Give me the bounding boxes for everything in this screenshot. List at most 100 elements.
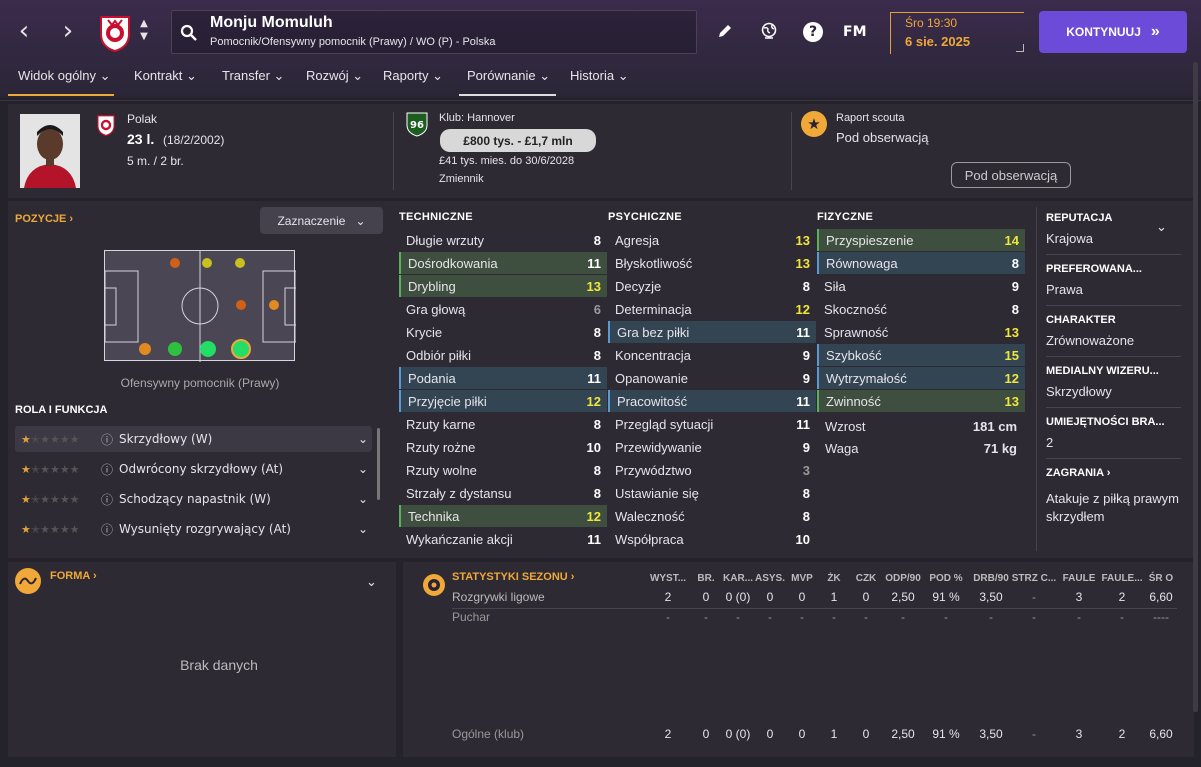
attribute-row[interactable]: Wykańczanie akcji 11 <box>399 528 607 550</box>
attribute-row[interactable]: Błyskotliwość 13 <box>608 252 816 274</box>
tab-contract[interactable]: Kontrakt ⌄ <box>134 68 197 96</box>
attribute-value: 9 <box>802 370 810 386</box>
attribute-row[interactable]: Siła 9 <box>817 275 1025 297</box>
attribute-row[interactable]: Gra głową 6 <box>399 298 607 320</box>
form-icon <box>15 568 41 594</box>
attribute-row[interactable]: Długie wrzuty 8 <box>399 229 607 251</box>
attribute-row[interactable]: Rzuty karne 8 <box>399 413 607 435</box>
player-photo[interactable] <box>20 114 80 188</box>
attribute-row[interactable]: Zwinność 13 <box>817 390 1025 412</box>
position-dot <box>235 258 245 268</box>
attribute-row[interactable]: Opanowanie 9 <box>608 367 816 389</box>
selected-position-dot[interactable] <box>231 339 251 359</box>
fm-menu-button[interactable]: FM <box>843 22 867 42</box>
attribute-row[interactable]: Odbiór piłki 8 <box>399 344 607 366</box>
tab-overview[interactable]: Widok ogólny ⌄ <box>8 68 114 96</box>
attribute-name: Strzały z dystansu <box>406 485 512 501</box>
tab-reports[interactable]: Raporty ⌄ <box>383 68 443 96</box>
role-label: Schodzący napastnik (W) <box>119 492 271 506</box>
attribute-name: Przewidywanie <box>615 439 702 455</box>
position-dot <box>202 258 212 268</box>
season-stats-title[interactable]: STATYSTYKI SEZONU › <box>452 571 574 583</box>
attribute-row[interactable]: Agresja 13 <box>608 229 816 251</box>
role-rating-stars: ★✭★★★★ <box>21 432 80 446</box>
chevron-down-icon[interactable]: ⌄ <box>358 462 368 476</box>
attribute-row[interactable]: Wytrzymałość 12 <box>817 367 1025 389</box>
world-icon[interactable] <box>759 21 779 41</box>
attribute-row[interactable]: Równowaga 8 <box>817 252 1025 274</box>
tab-history[interactable]: Historia ⌄ <box>570 68 629 96</box>
attribute-row[interactable]: Szybkość 15 <box>817 344 1025 366</box>
role-row[interactable]: ★✭★★★★ ⓘ Schodzący napastnik (W) ⌄ <box>15 486 372 512</box>
chevron-down-icon[interactable]: ⌄ <box>358 492 368 506</box>
attribute-row[interactable]: Rzuty rożne 10 <box>399 436 607 458</box>
national-crest-icon[interactable] <box>98 14 132 52</box>
attribute-row[interactable]: Przywództwo 3 <box>608 459 816 481</box>
stats-column-header[interactable]: ODP/90 <box>879 573 927 584</box>
attribute-row[interactable]: Rzuty wolne 8 <box>399 459 607 481</box>
stats-column-header[interactable]: ŚR O <box>1137 573 1185 584</box>
stats-cell: 3 <box>1075 727 1083 741</box>
attribute-name: Zwinność <box>826 393 881 409</box>
attribute-row[interactable]: Skoczność 8 <box>817 298 1025 320</box>
role-row[interactable]: ★✭★★★★ ⓘ Odwrócony skrzydłowy (At) ⌄ <box>15 456 372 482</box>
page-scrollbar[interactable] <box>1193 62 1198 712</box>
attribute-value: 11 <box>587 531 601 547</box>
role-row[interactable]: ★✭★★★★ ⓘ Skrzydłowy (W) ⌄ <box>15 426 372 452</box>
tab-comparison[interactable]: Porównanie ⌄ <box>459 68 556 96</box>
attribute-row[interactable]: Strzały z dystansu 8 <box>399 482 607 504</box>
attribute-row[interactable]: Koncentracja 9 <box>608 344 816 366</box>
current-date: 6 sie. 2025 <box>905 34 971 49</box>
attribute-name: Błyskotliwość <box>615 255 693 271</box>
club-crest-icon[interactable]: 96 <box>405 111 429 137</box>
player-switch-icon[interactable]: ▲ ▼ <box>137 17 151 47</box>
attribute-row[interactable]: Gra bez piłki 11 <box>608 321 816 343</box>
stats-cell: 2,50 <box>891 590 915 604</box>
tab-development[interactable]: Rozwój ⌄ <box>306 68 363 96</box>
attribute-name: Odbiór piłki <box>406 347 472 363</box>
side-separator <box>1046 458 1181 459</box>
chevron-down-icon[interactable]: ⌄ <box>358 522 368 536</box>
attribute-row[interactable]: Waleczność 8 <box>608 505 816 527</box>
positions-title[interactable]: POZYCJE › <box>15 213 73 225</box>
chevron-down-icon[interactable]: ⌄ <box>358 432 368 446</box>
chevron-down-icon[interactable]: ⌄ <box>1156 220 1167 235</box>
pencil-icon[interactable] <box>717 23 733 39</box>
attribute-row[interactable]: Podania 11 <box>399 367 607 389</box>
back-icon[interactable]: ‹ <box>10 16 38 46</box>
selection-dropdown[interactable]: Zaznaczenie ⌄ <box>260 207 383 234</box>
attribute-row[interactable]: Przyjęcie piłki 12 <box>399 390 607 412</box>
position-pitch[interactable] <box>104 250 296 362</box>
tab-transfer[interactable]: Transfer ⌄ <box>222 68 284 96</box>
stats-column-header[interactable]: STRZ C... <box>1010 573 1058 584</box>
preferred-foot-heading: PREFEROWANA... <box>1046 263 1142 275</box>
stats-column-header[interactable]: POD % <box>922 573 970 584</box>
attribute-row[interactable]: Przegląd sytuacji 11 <box>608 413 816 435</box>
watch-button[interactable]: Pod obserwacją <box>951 162 1071 188</box>
attribute-row[interactable]: Pracowitość 11 <box>608 390 816 412</box>
roles-scrollbar[interactable] <box>377 428 380 500</box>
attribute-row[interactable]: Krycie 8 <box>399 321 607 343</box>
stats-column-header[interactable]: FAULE <box>1055 573 1103 584</box>
forward-icon[interactable]: › <box>54 16 82 46</box>
help-icon[interactable]: ? <box>803 22 823 42</box>
attribute-row[interactable]: Sprawność 13 <box>817 321 1025 343</box>
attribute-row[interactable]: Przewidywanie 9 <box>608 436 816 458</box>
continue-button[interactable]: KONTYNUUJ » <box>1039 11 1187 53</box>
role-row[interactable]: ★✭★★★★ ⓘ Wysunięty rozgrywający (At) ⌄ <box>15 516 372 542</box>
chevron-down-icon[interactable]: ⌄ <box>366 575 377 590</box>
attribute-row[interactable]: Dośrodkowania 11 <box>399 252 607 274</box>
attribute-row[interactable]: Technika 12 <box>399 505 607 527</box>
form-title[interactable]: FORMA › <box>50 570 97 582</box>
stats-column-header[interactable]: DRB/90 <box>967 573 1015 584</box>
attribute-row[interactable]: Przyspieszenie 14 <box>817 229 1025 251</box>
attribute-row[interactable]: Współpraca 10 <box>608 528 816 550</box>
attribute-row[interactable]: Drybling 13 <box>399 275 607 297</box>
attribute-row[interactable]: Determinacja 12 <box>608 298 816 320</box>
attribute-row[interactable]: Decyzje 8 <box>608 275 816 297</box>
club-name[interactable]: Klub: Hannover <box>439 112 515 124</box>
search-icon[interactable] <box>180 24 198 42</box>
scout-report-label[interactable]: Raport scouta <box>836 112 904 124</box>
moves-heading[interactable]: ZAGRANIA › <box>1046 467 1110 479</box>
attribute-row[interactable]: Ustawianie się 8 <box>608 482 816 504</box>
